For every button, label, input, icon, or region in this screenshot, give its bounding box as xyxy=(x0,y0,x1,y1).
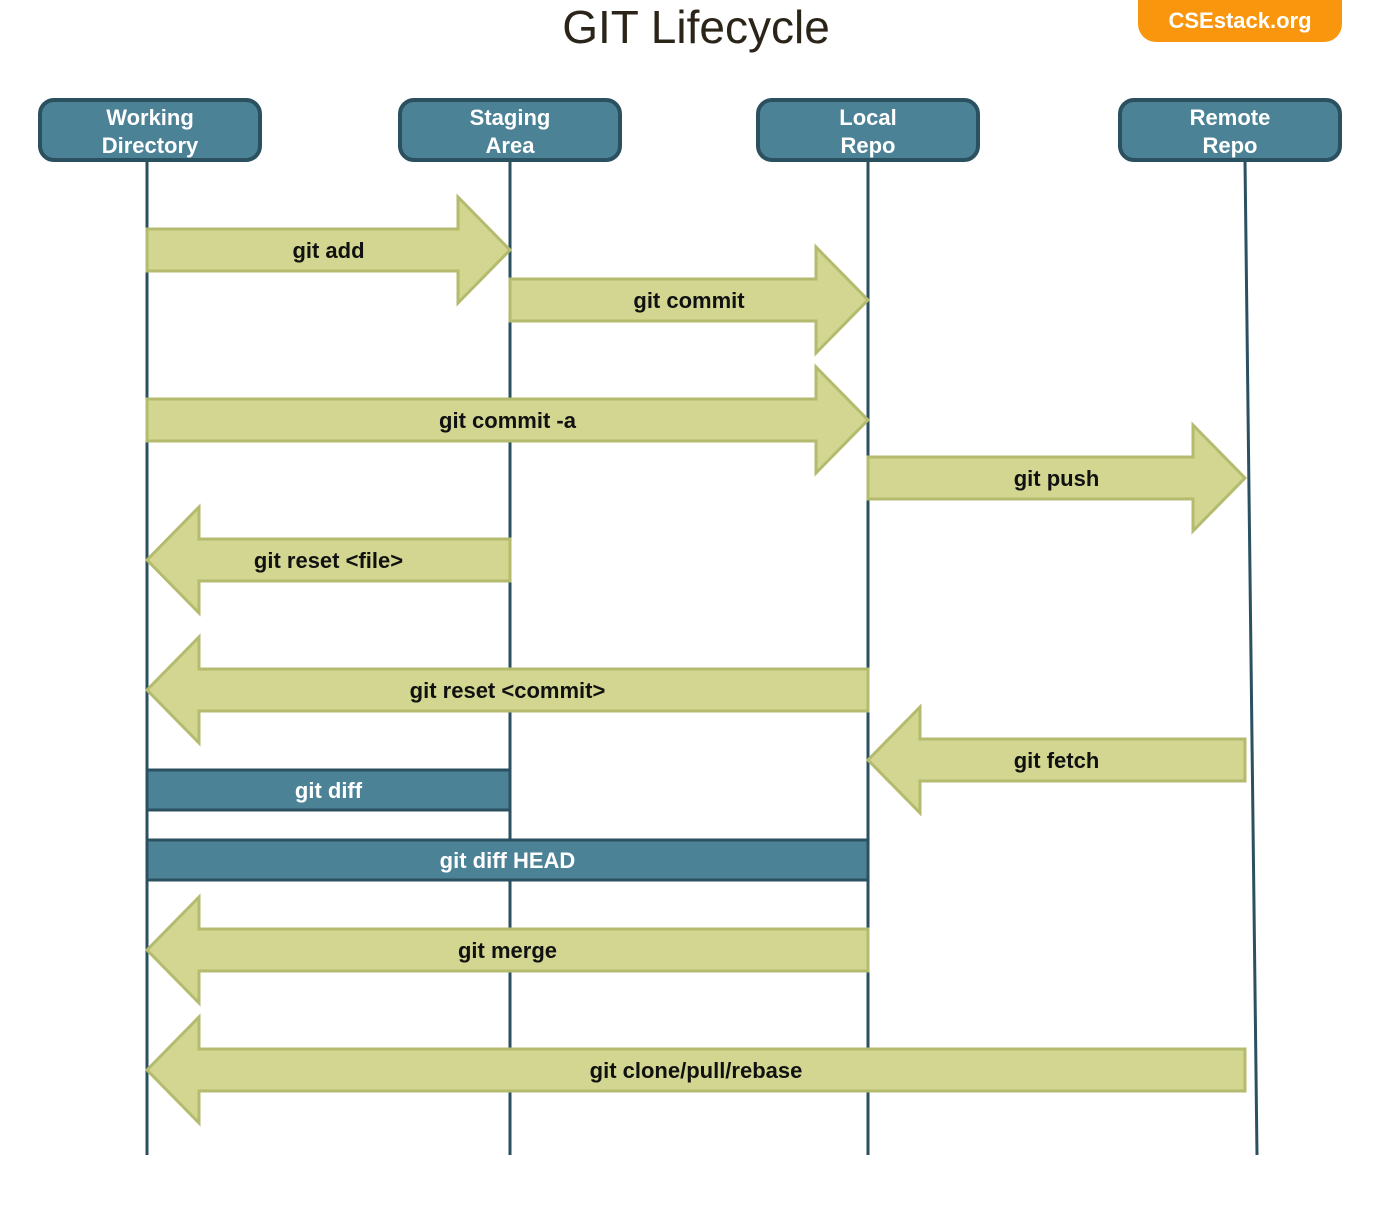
command-label: git reset <file> xyxy=(254,548,403,573)
command-label: git add xyxy=(292,238,364,263)
lane-title-line2: Directory xyxy=(102,133,199,158)
command-git-add: git add xyxy=(145,193,513,307)
lane-title-line1: Working xyxy=(106,105,194,130)
lane-title-line1: Remote xyxy=(1190,105,1271,130)
lane-header-local: Local Repo xyxy=(756,98,980,162)
command-git-commit: git commit xyxy=(508,243,871,357)
command-git-clone-pull-rebase: git clone/pull/rebase xyxy=(144,1013,1247,1127)
lifecycle-diagram: git add git commit git commit -a git push gi… xyxy=(38,98,1342,1156)
lane-header-working: Working Directory xyxy=(38,98,262,162)
command-label: git merge xyxy=(458,938,557,963)
command-git-diff-head: git diff HEAD xyxy=(145,838,870,882)
command-label: git commit -a xyxy=(439,408,577,433)
lane-title-line2: Area xyxy=(486,133,536,158)
lane-header-staging: Staging Area xyxy=(398,98,622,162)
command-git-merge: git merge xyxy=(144,893,870,1007)
command-label: git diff xyxy=(295,778,363,803)
command-label: git commit xyxy=(633,288,745,313)
lane-title-line2: Repo xyxy=(1203,133,1258,158)
lane-title-line1: Staging xyxy=(470,105,551,130)
command-git-commit-a: git commit -a xyxy=(145,363,871,477)
lane-title-line1: Local xyxy=(839,105,896,130)
command-git-reset-commit: git reset <commit> xyxy=(144,633,870,747)
lane-header-remote: Remote Repo xyxy=(1118,98,1342,162)
command-git-push: git push xyxy=(866,421,1248,535)
command-git-diff: git diff xyxy=(145,768,512,812)
command-label: git clone/pull/rebase xyxy=(590,1058,803,1083)
command-git-fetch: git fetch xyxy=(865,703,1247,817)
command-label: git push xyxy=(1014,466,1100,491)
lifeline-remote xyxy=(1243,159,1259,1156)
command-git-reset-file: git reset <file> xyxy=(144,503,512,617)
command-label: git reset <commit> xyxy=(410,678,606,703)
lane-title-line2: Repo xyxy=(841,133,896,158)
command-label: git diff HEAD xyxy=(440,848,576,873)
command-label: git fetch xyxy=(1014,748,1100,773)
